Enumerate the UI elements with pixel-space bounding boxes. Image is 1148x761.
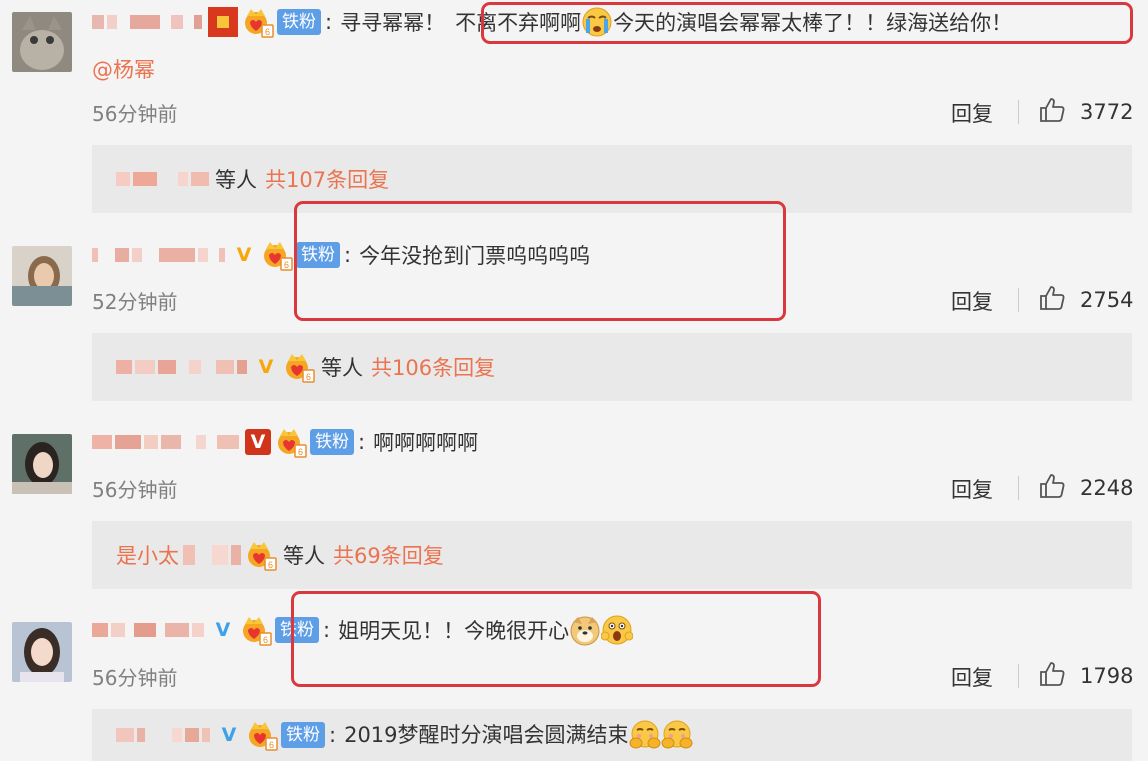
reply-preview-bar[interactable]: V 铁粉 : 2019梦醒时分演唱会圆满结束 (92, 709, 1132, 761)
username[interactable] (92, 235, 225, 275)
divider (1018, 288, 1019, 312)
username[interactable] (92, 2, 202, 42)
blush-emoji-icon (629, 719, 661, 751)
verified-v-icon: V (245, 429, 271, 455)
reply-button[interactable]: 回复 (951, 662, 993, 692)
reply-username[interactable] (116, 719, 210, 751)
like-count: 3772 (1080, 100, 1134, 124)
avatar[interactable] (12, 246, 72, 306)
reply-username-prefix[interactable]: 是小太 (116, 540, 179, 570)
thumb-up-icon (1038, 660, 1066, 692)
divider (1018, 476, 1019, 500)
thumb-up-icon (1038, 284, 1066, 316)
comment-time: 56分钟前 (92, 102, 178, 126)
fan-tag: 铁粉 (281, 722, 325, 748)
username[interactable] (92, 610, 204, 650)
reply-button[interactable]: 回复 (951, 474, 993, 504)
crown-badge-icon (242, 6, 274, 38)
like-button[interactable]: 3772 (1038, 96, 1133, 128)
thumb-up-icon (1038, 472, 1066, 504)
crown-badge-icon (261, 239, 293, 271)
divider (1018, 100, 1019, 124)
like-button[interactable]: 1798 (1038, 660, 1133, 692)
crown-badge-icon (275, 426, 307, 458)
mention-link[interactable]: @杨幂 (92, 54, 155, 84)
reply-button[interactable]: 回复 (951, 286, 993, 316)
crown-badge-icon (240, 614, 272, 646)
comment-time: 56分钟前 (92, 478, 178, 502)
thumb-up-icon (1038, 96, 1066, 128)
verified-v-icon: V (221, 724, 237, 746)
divider (1018, 664, 1019, 688)
username[interactable] (92, 422, 239, 462)
reply-total-link[interactable]: 共107条回复 (265, 164, 389, 194)
fan-tag: 铁粉 (277, 9, 321, 35)
fan-tag: 铁粉 (310, 429, 354, 455)
avatar[interactable] (12, 12, 72, 72)
reply-etc-label: 等人 (283, 544, 325, 568)
like-button[interactable]: 2248 (1038, 472, 1133, 504)
reply-etc-label: 等人 (321, 356, 363, 380)
highlight-box (291, 591, 821, 687)
reply-summary-bar[interactable]: 是小太 等人 共69条回复 (92, 521, 1132, 589)
crown-badge-icon (246, 719, 278, 751)
like-button[interactable]: 2754 (1038, 284, 1133, 316)
like-count: 2754 (1080, 288, 1134, 312)
reply-usernames[interactable] (116, 333, 247, 401)
comment-text: 寻寻幂幂！ (340, 11, 446, 35)
reply-usernames[interactable] (183, 521, 241, 589)
crown-badge-icon (283, 351, 315, 383)
reply-preview-text: 2019梦醒时分演唱会圆满结束 (344, 723, 629, 747)
comment-header: V 铁粉 : 啊啊啊啊啊 (92, 422, 478, 462)
comment-time: 56分钟前 (92, 666, 178, 690)
blush-emoji-icon (661, 719, 693, 751)
comment-text: 啊啊啊啊啊 (373, 431, 479, 455)
verified-v-icon: V (215, 619, 231, 641)
highlight-box (294, 201, 786, 321)
reply-total-link[interactable]: 共106条回复 (371, 352, 495, 382)
reply-summary-bar[interactable]: V 等人 共106条回复 (92, 333, 1132, 401)
reply-button[interactable]: 回复 (951, 98, 993, 128)
brand-badge-icon (208, 7, 238, 37)
highlight-box (481, 2, 1133, 44)
reply-usernames[interactable] (116, 145, 209, 213)
like-count: 1798 (1080, 664, 1134, 688)
avatar[interactable] (12, 434, 72, 494)
comment-time: 52分钟前 (92, 290, 178, 314)
crown-badge-icon (245, 539, 277, 571)
avatar[interactable] (12, 622, 72, 682)
reply-total-link[interactable]: 共69条回复 (333, 540, 444, 570)
reply-etc-label: 等人 (215, 168, 257, 192)
verified-v-icon: V (258, 356, 274, 378)
like-count: 2248 (1080, 476, 1134, 500)
verified-v-icon: V (236, 244, 252, 266)
